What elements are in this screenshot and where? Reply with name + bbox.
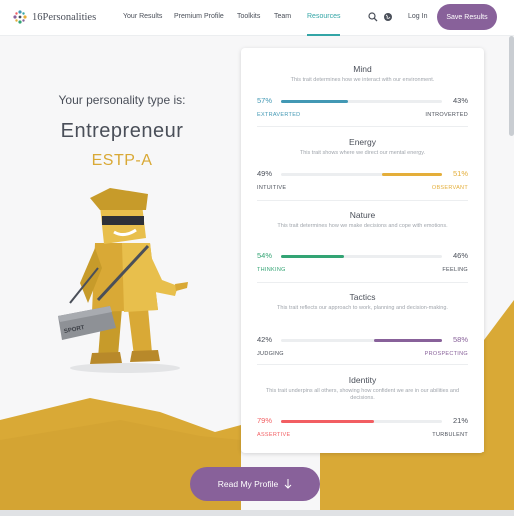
trait-description: This trait shows where we direct our men… [299,150,426,156]
trait-left-percent: 79% [257,416,273,425]
trait-bar-fill [281,100,348,103]
trait-left-label: THINKING [257,267,286,273]
nav-toolkits[interactable]: Toolkits [237,13,260,20]
trait-title: Identity [348,375,377,385]
personality-type-name: Entrepreneur [60,120,184,142]
logo-icon [13,10,27,24]
logo[interactable]: 16Personalities [12,9,96,25]
trait-bar-fill [374,339,442,342]
trait-left-label: INTUITIVE [257,185,287,191]
trait-description: This trait underpins all others, showing… [265,388,460,401]
read-my-profile-label: Read My Profile [217,479,279,489]
nav-team[interactable]: Team [274,13,291,20]
trait-right-label: FEELING [442,267,468,273]
nav-your-results[interactable]: Your Results [123,13,162,20]
trait-right-percent: 43% [452,96,468,105]
trait-right-percent: 46% [452,251,468,260]
trait-left-label: ASSERTIVE [257,432,291,438]
trait-bar [281,339,442,342]
trait-right-percent: 51% [452,169,468,178]
trait-left-label: EXTRAVERTED [257,112,301,118]
entrepreneur-character-illustration [58,188,188,373]
trait-right-percent: 58% [452,335,468,344]
arrow-down-icon [284,479,292,489]
trait-left-percent: 49% [257,169,273,178]
trait-right-label: OBSERVANT [431,185,468,191]
trait-left-percent: 57% [257,96,273,105]
read-my-profile-button[interactable]: Read My Profile [190,467,320,501]
trait-right-percent: 21% [452,416,468,425]
divider [257,126,468,127]
traits-card: Mind This trait determines how we intera… [241,48,484,453]
trait-left-percent: 42% [257,335,273,344]
search-icon[interactable] [368,12,378,22]
trait-bar [281,173,442,176]
divider [257,282,468,283]
divider [257,364,468,365]
trait-bar-fill [382,173,442,176]
save-results-button[interactable]: Save Results [437,4,497,30]
nav-resources[interactable]: Resources [307,13,340,20]
nav-premium-profile[interactable]: Premium Profile [174,13,224,20]
trait-left-label: JUDGING [257,351,284,357]
trait-bar [281,255,442,258]
trait-right-label: INTROVERTED [425,112,468,118]
logo-text: 16Personalities [32,11,97,23]
personality-type-code: ESTP-A [91,152,153,169]
trait-bar-fill [281,255,344,258]
trait-right-label: TURBULENT [432,432,468,438]
trait-title: Tactics [349,292,376,302]
trait-description: This trait determines how we interact wi… [290,77,435,83]
personality-intro: Your personality type is: [58,93,186,107]
trait-right-label: PROSPECTING [424,351,468,357]
login-link[interactable]: Log In [408,13,427,20]
trait-title: Mind [353,64,372,74]
trait-bar-fill [281,420,374,423]
nav-active-underline [307,34,340,36]
divider [257,200,468,201]
trait-description: This trait determines how we make decisi… [277,223,448,229]
top-nav: 16Personalities Your Results Premium Pro… [0,0,514,36]
trait-left-percent: 54% [257,251,273,260]
footer-shade [0,510,514,516]
trait-title: Energy [349,137,376,147]
trait-description: This trait reflects our approach to work… [277,305,448,311]
globe-icon[interactable] [383,12,393,22]
trait-title: Nature [349,210,376,220]
trait-bar [281,420,442,423]
trait-bar [281,100,442,103]
scrollbar[interactable] [509,36,514,136]
